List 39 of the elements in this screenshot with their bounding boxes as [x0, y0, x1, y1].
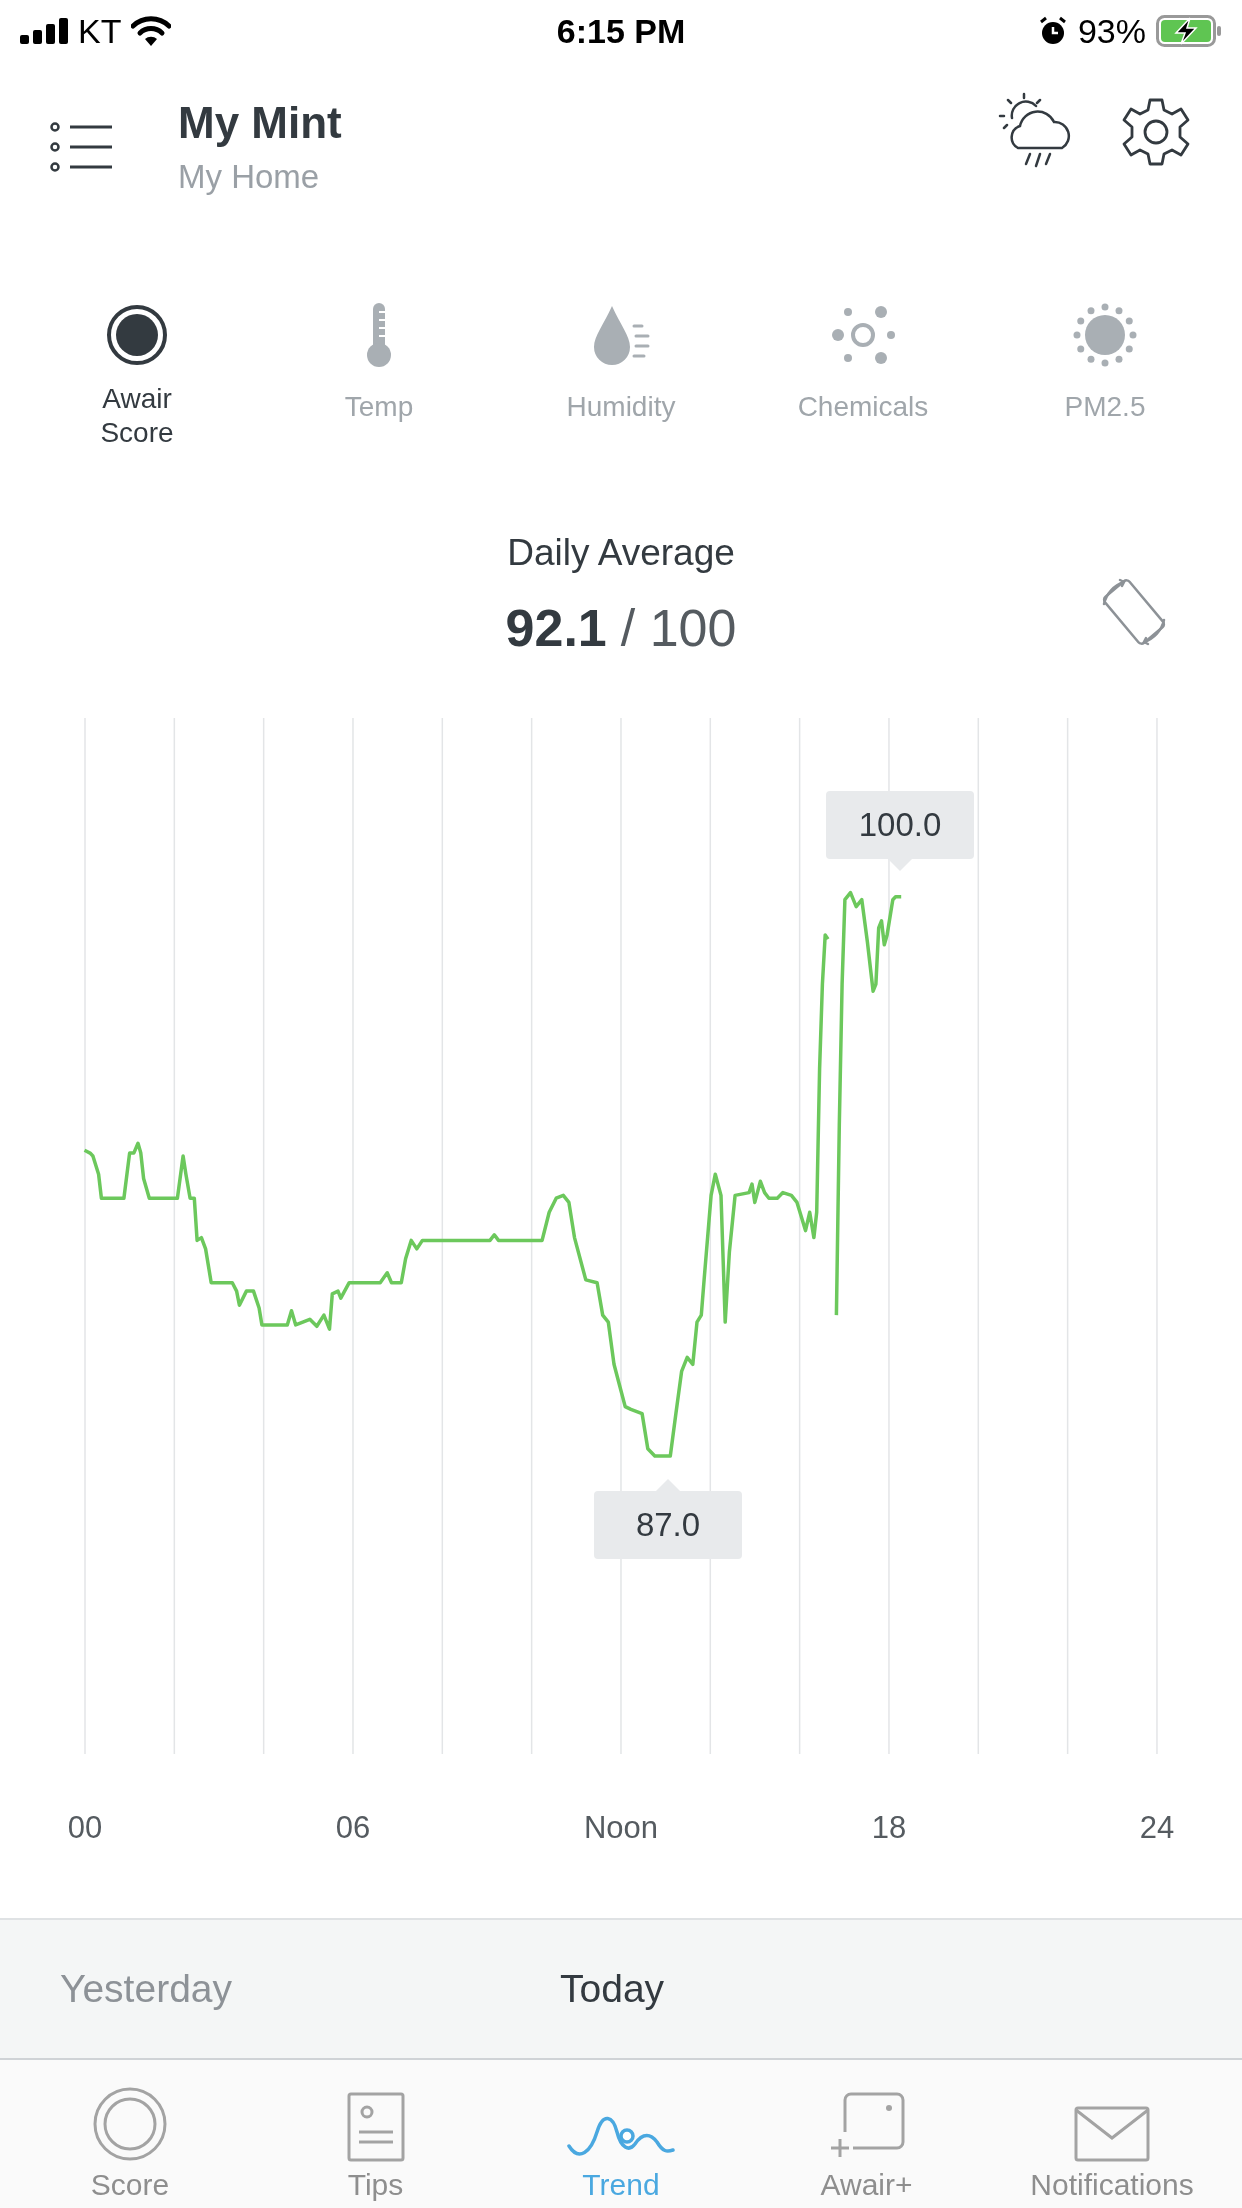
- axis-label: 18: [871, 1810, 907, 1847]
- max-value-tooltip: 100.0: [826, 791, 974, 871]
- battery-charging-icon: [1156, 15, 1222, 47]
- thermometer-icon: [364, 302, 394, 368]
- device-name: My Mint: [178, 98, 343, 148]
- period-tab[interactable]: Yesterday: [60, 1967, 560, 2011]
- metric-tab[interactable]: Chemicals: [742, 294, 984, 464]
- particle-icon: [1073, 302, 1137, 368]
- axis-label: 24: [1139, 1810, 1175, 1847]
- summary-title: Daily Average: [507, 532, 735, 574]
- clock-time: 6:15 PM: [556, 11, 686, 51]
- axis-label: Noon: [583, 1810, 659, 1847]
- alarm-icon: [1037, 16, 1068, 46]
- carrier-name: KT: [78, 11, 122, 51]
- document-icon: [346, 2092, 405, 2162]
- metric-tab[interactable]: PM2.5: [984, 294, 1226, 464]
- metric-tab[interactable]: Awair Score: [16, 294, 258, 464]
- location-name: My Home: [178, 158, 321, 196]
- nav-tab[interactable]: Awair+: [746, 2060, 987, 2208]
- nav-tab[interactable]: Tips: [255, 2060, 496, 2208]
- axis-label: 06: [335, 1810, 371, 1847]
- period-tab[interactable]: Today: [560, 1967, 1060, 2011]
- min-value-tooltip: 87.0: [594, 1479, 742, 1559]
- wifi-icon: [131, 16, 172, 46]
- metric-tab[interactable]: Humidity: [500, 294, 742, 464]
- signal-icon: [20, 18, 68, 44]
- axis-label: 00: [67, 1810, 103, 1847]
- battery-percent: 93%: [1077, 11, 1146, 51]
- metric-tab[interactable]: Temp: [258, 294, 500, 464]
- ring-icon: [92, 2086, 168, 2162]
- score-value: 92.1: [505, 598, 607, 658]
- nav-tab[interactable]: Trend: [501, 2060, 741, 2208]
- nav-tab[interactable]: Score: [10, 2060, 250, 2208]
- ring-icon: [106, 302, 168, 368]
- envelope-icon: [1074, 2106, 1150, 2162]
- menu-icon[interactable]: [50, 122, 114, 172]
- nav-tab[interactable]: Notifications: [992, 2060, 1232, 2208]
- score-max: / 100: [620, 598, 737, 658]
- settings-icon[interactable]: [1120, 96, 1192, 168]
